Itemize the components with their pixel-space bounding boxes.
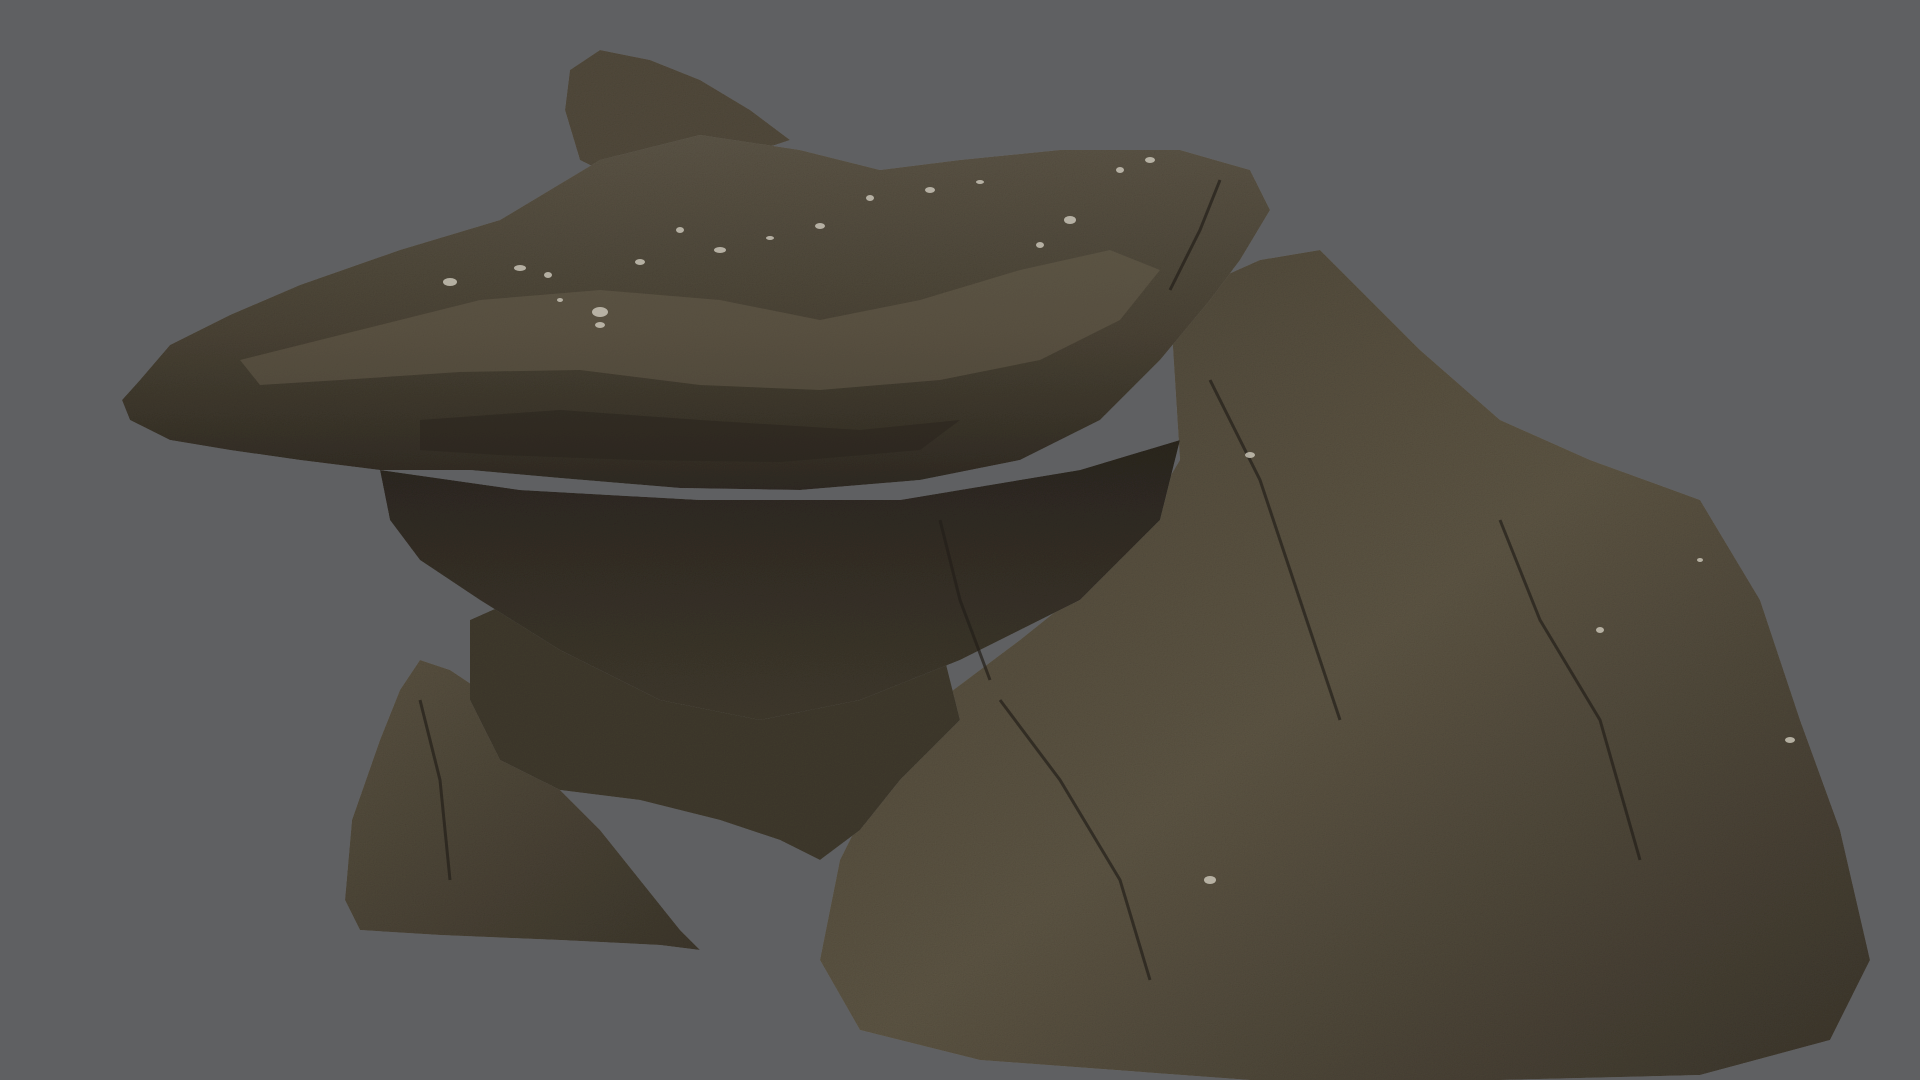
rock-model [122, 50, 1870, 1080]
3d-viewport [0, 0, 1920, 1080]
